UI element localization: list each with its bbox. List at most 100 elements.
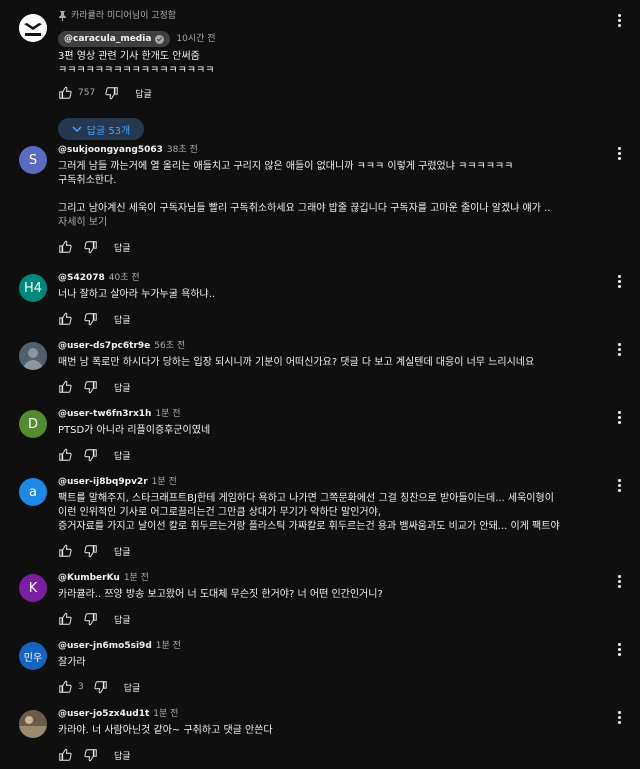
comment-time: 1분 전 xyxy=(123,573,149,583)
comment-text: PTSD가 아니라 리플이증후군이였네 xyxy=(58,425,211,436)
comment-text: 매번 남 폭로만 하시다가 당하는 입장 되시니까 기분이 어떠신가요? 댓글 … xyxy=(58,357,535,368)
channel-handle: @caracula_media xyxy=(64,34,152,44)
comment-text: 3편 영상 관련 기사 한개도 안써줌 ㅋㅋㅋㅋㅋㅋㅋㅋㅋㅋㅋㅋㅋㅋㅋㅋㅋ xyxy=(58,51,215,76)
more-actions-icon[interactable] xyxy=(618,479,622,493)
thumbs-down-icon xyxy=(84,381,97,394)
thumbs-down-icon xyxy=(84,749,97,762)
more-actions-icon[interactable] xyxy=(618,575,622,589)
pin-icon xyxy=(59,11,66,21)
thumbs-up-icon xyxy=(59,240,72,253)
avatar[interactable] xyxy=(19,342,47,370)
like-button[interactable] xyxy=(58,240,72,254)
like-button[interactable] xyxy=(58,748,72,762)
thumbs-down-icon xyxy=(84,449,97,462)
chevron-down-icon xyxy=(72,126,82,133)
comment-text: 팩트를 말해주지, 스타크래프트BJ한테 게임하다 욕하고 나가면 그쪽문화에선… xyxy=(58,493,560,532)
thumbs-down-icon xyxy=(84,241,97,254)
pinned-label: 카라큘라 미디어님이 고정함 xyxy=(71,11,177,21)
author-handle[interactable]: @user-ij8bq9pv2r xyxy=(58,477,148,487)
thumbs-down-icon xyxy=(84,313,97,326)
thumbs-up-icon xyxy=(59,748,72,761)
thumbs-down-icon xyxy=(84,613,97,626)
author-handle[interactable]: @user-ds7pc6tr9e xyxy=(58,341,150,351)
thumbs-down-icon xyxy=(94,681,107,694)
author-handle[interactable]: @user-tw6fn3rx1h xyxy=(58,409,151,419)
author-handle[interactable]: @KumberKu xyxy=(58,573,120,583)
dislike-button[interactable] xyxy=(84,612,98,626)
comment-text: 너나 잘하고 살아라 누가누굴 욕하냐.. xyxy=(58,289,216,300)
avatar[interactable]: S xyxy=(19,146,47,174)
dislike-button[interactable] xyxy=(84,448,98,462)
reply-button[interactable]: 답글 xyxy=(114,749,131,762)
dislike-button[interactable] xyxy=(105,86,119,100)
avatar[interactable]: 민우 xyxy=(19,642,47,670)
thumbs-up-icon xyxy=(59,86,72,99)
author-handle[interactable]: @sukjoongyang5063 xyxy=(58,145,163,155)
more-actions-icon[interactable] xyxy=(618,14,622,28)
thumbs-up-icon xyxy=(59,312,72,325)
dislike-button[interactable] xyxy=(84,240,98,254)
more-actions-icon[interactable] xyxy=(618,411,622,425)
author-handle[interactable]: @S42078 xyxy=(58,273,105,283)
like-button[interactable] xyxy=(58,448,72,462)
channel-avatar[interactable] xyxy=(19,14,47,42)
dislike-button[interactable] xyxy=(94,680,108,694)
reply-button[interactable]: 답글 xyxy=(114,545,131,558)
user-photo-icon xyxy=(19,342,47,370)
reply-button[interactable]: 답글 xyxy=(114,241,131,254)
reply-button[interactable]: 답글 xyxy=(114,381,131,394)
like-count: 757 xyxy=(78,88,96,98)
author-handle[interactable]: @user-jo5zx4ud1t xyxy=(58,709,149,719)
comment-time: 1분 전 xyxy=(151,477,177,487)
thumbs-down-icon xyxy=(105,87,118,100)
caracula-logo-icon xyxy=(19,14,47,42)
view-replies-button[interactable]: 답글 53개 xyxy=(58,118,144,140)
channel-handle-badge[interactable]: @caracula_media xyxy=(58,31,171,47)
pinned-label-row: 카라큘라 미디어님이 고정함 xyxy=(58,10,604,22)
more-actions-icon[interactable] xyxy=(618,147,622,161)
like-button[interactable] xyxy=(58,380,72,394)
like-count: 3 xyxy=(78,682,84,692)
reply-button[interactable]: 답글 xyxy=(124,681,141,694)
more-actions-icon[interactable] xyxy=(618,275,622,289)
comment-text: 그러게 남들 까는거에 열 올리는 애들치고 구리지 않은 애들이 없대니까 ㅋ… xyxy=(58,161,551,214)
like-button[interactable] xyxy=(58,680,72,694)
more-actions-icon[interactable] xyxy=(618,711,622,725)
comment-time: 1분 전 xyxy=(153,709,179,719)
dislike-button[interactable] xyxy=(84,312,98,326)
like-button[interactable] xyxy=(58,544,72,558)
verified-check-icon xyxy=(155,34,165,44)
reply-button[interactable]: 답글 xyxy=(114,313,131,326)
like-button[interactable] xyxy=(58,86,72,100)
reply-button[interactable]: 답글 xyxy=(114,613,131,626)
avatar[interactable]: a xyxy=(19,478,47,506)
avatar[interactable]: H4 xyxy=(19,274,47,302)
comment-time: 1분 전 xyxy=(155,409,181,419)
thumbs-up-icon xyxy=(59,448,72,461)
read-more-link[interactable]: 자세히 보기 xyxy=(58,216,604,230)
like-button[interactable] xyxy=(58,612,72,626)
comment-time: 10시간 전 xyxy=(176,34,216,44)
comment-time: 38초 전 xyxy=(166,145,198,155)
avatar[interactable]: D xyxy=(19,410,47,438)
comment-time: 1분 전 xyxy=(155,641,181,651)
dislike-button[interactable] xyxy=(84,748,98,762)
comment-time: 40초 전 xyxy=(108,273,140,283)
thumbs-up-icon xyxy=(59,380,72,393)
more-actions-icon[interactable] xyxy=(618,343,622,357)
reply-button[interactable]: 답글 xyxy=(135,87,152,100)
comment-text: 카라큘라.. 쯔양 방송 보고왔어 너 도대체 무슨짓 한거야? 너 어떤 인간… xyxy=(58,589,383,600)
user-photo-icon xyxy=(19,710,47,738)
thumbs-up-icon xyxy=(59,680,72,693)
avatar[interactable]: K xyxy=(19,574,47,602)
author-handle[interactable]: @user-jn6mo5si9d xyxy=(58,641,152,651)
thumbs-up-icon xyxy=(59,544,72,557)
thumbs-up-icon xyxy=(59,612,72,625)
more-actions-icon[interactable] xyxy=(618,643,622,657)
comment-time: 56초 전 xyxy=(154,341,186,351)
like-button[interactable] xyxy=(58,312,72,326)
dislike-button[interactable] xyxy=(84,544,98,558)
avatar[interactable] xyxy=(19,710,47,738)
reply-button[interactable]: 답글 xyxy=(114,449,131,462)
dislike-button[interactable] xyxy=(84,380,98,394)
